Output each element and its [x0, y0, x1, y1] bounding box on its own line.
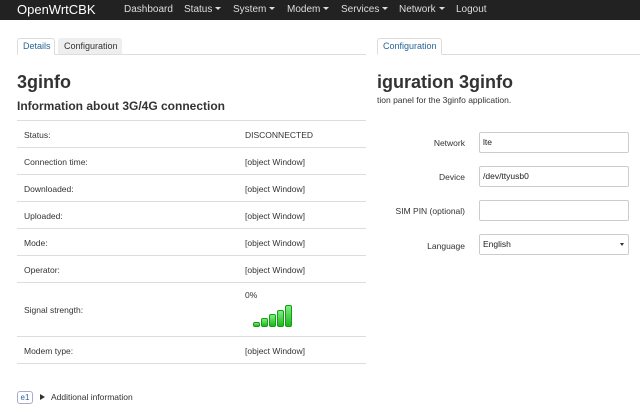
modem-type-label: Modem type: [24, 346, 74, 356]
sim-pin-input[interactable] [479, 200, 629, 221]
downloaded-value: [object Window] [245, 184, 305, 194]
mode-label: Mode: [24, 238, 48, 248]
signal-strength-label: Signal strength: [24, 305, 84, 315]
table-row: Signal strength: 0% [17, 283, 366, 337]
connection-time-label: Connection time: [24, 157, 88, 167]
device-label: Device [439, 172, 465, 182]
operator-label: Operator: [24, 265, 60, 275]
chevron-down-icon [620, 243, 624, 246]
table-row: Status: DISCONNECTED [17, 121, 366, 148]
language-select[interactable]: English [479, 234, 629, 255]
status-value: DISCONNECTED [245, 130, 314, 140]
sim-pin-label: SIM PIN (optional) [395, 206, 465, 216]
table-row: Modem type: [object Window] [17, 337, 366, 364]
device-input[interactable]: /dev/ttyusb0 [479, 166, 629, 187]
network-input[interactable]: lte [479, 132, 629, 153]
signal-bar-1 [253, 322, 260, 327]
table-row: Mode: [object Window] [17, 229, 366, 256]
signal-bar-4 [277, 310, 284, 327]
e1-badge[interactable]: e1 [17, 391, 33, 404]
table-row: Downloaded: [object Window] [17, 175, 366, 202]
config-description: tion panel for the 3ginfo application. [377, 95, 512, 105]
operator-value: [object Window] [245, 265, 305, 275]
table-row: Operator: [object Window] [17, 256, 366, 283]
uploaded-label: Uploaded: [24, 211, 63, 221]
section-title: Information about 3G/4G connection [17, 99, 226, 113]
signal-bar-2 [261, 318, 268, 327]
connection-info-table: Status: DISCONNECTED Connection time: [o… [17, 120, 366, 364]
additional-info-label: Additional information [51, 392, 133, 402]
signal-bar-3 [269, 314, 276, 327]
modem-type-value: [object Window] [245, 346, 305, 356]
table-row: Uploaded: [object Window] [17, 202, 366, 229]
signal-strength-value: 0% [245, 290, 258, 300]
page-title: 3ginfo [17, 72, 71, 92]
disclosure-triangle-icon [40, 393, 45, 400]
status-label: Status: [24, 130, 51, 140]
signal-bar-5 [285, 305, 292, 327]
tab-details[interactable]: Details [17, 38, 55, 55]
additional-info-toggle[interactable]: Additional information [40, 392, 133, 402]
signal-bars-icon [253, 303, 297, 327]
configuration-tabs: Configuration [377, 38, 640, 55]
language-label: Language [427, 241, 465, 251]
downloaded-label: Downloaded: [24, 184, 74, 194]
connection-time-value: [object Window] [245, 157, 305, 167]
details-tabs: Details Configuration [17, 38, 366, 55]
language-select-value: English [483, 239, 511, 249]
network-label: Network [433, 138, 465, 148]
tab-configuration[interactable]: Configuration [58, 38, 122, 55]
tab-configuration-right[interactable]: Configuration [377, 38, 442, 55]
uploaded-value: [object Window] [245, 211, 305, 221]
mode-value: [object Window] [245, 238, 305, 248]
config-title: iguration 3ginfo [377, 72, 513, 92]
details-pane: Details Configuration 3ginfo Information… [0, 0, 366, 413]
table-row: Connection time: [object Window] [17, 148, 366, 175]
